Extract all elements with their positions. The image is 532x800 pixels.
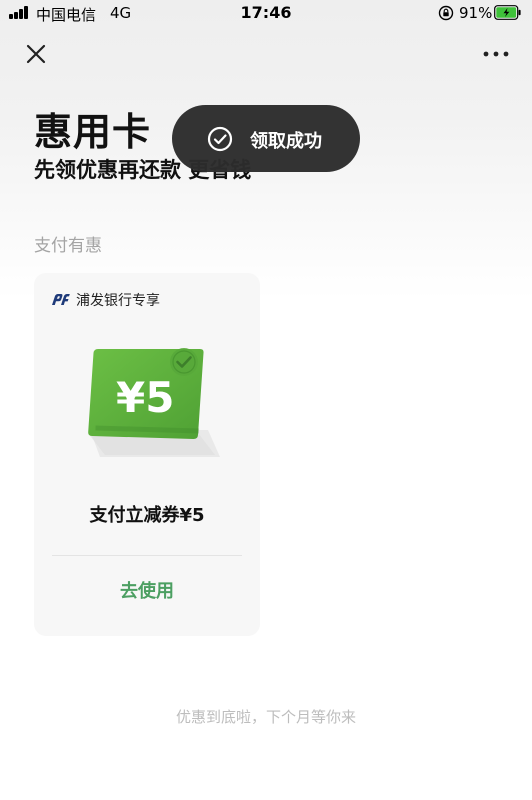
section-label: 支付有惠 (34, 236, 102, 256)
coupon-amount-label: ¥5 (116, 373, 174, 422)
status-bar: 中国电信 4G 17:46 91% (0, 0, 532, 28)
close-icon[interactable] (22, 40, 50, 68)
battery-percentage: 91% (459, 4, 493, 22)
coupon-card[interactable]: 浦发银行专享 ¥5 支付立减券¥5 去使用 (34, 273, 260, 636)
footer-note: 优惠到底啦，下个月等你来 (175, 708, 356, 726)
spdb-logo-icon (52, 294, 70, 305)
more-icon[interactable] (478, 42, 514, 66)
battery-icon (494, 5, 521, 20)
use-coupon-button[interactable]: 去使用 (34, 556, 260, 626)
coupon-illustration: ¥5 (88, 348, 220, 457)
check-circle-icon (207, 126, 233, 152)
success-toast: 领取成功 (172, 105, 360, 172)
bank-name: 浦发银行专享 (76, 293, 160, 309)
toast-text: 领取成功 (250, 131, 322, 152)
orientation-lock-icon (438, 5, 454, 21)
page-title: 惠用卡 (34, 110, 152, 154)
coupon-name: 支付立减券¥5 (89, 505, 205, 526)
